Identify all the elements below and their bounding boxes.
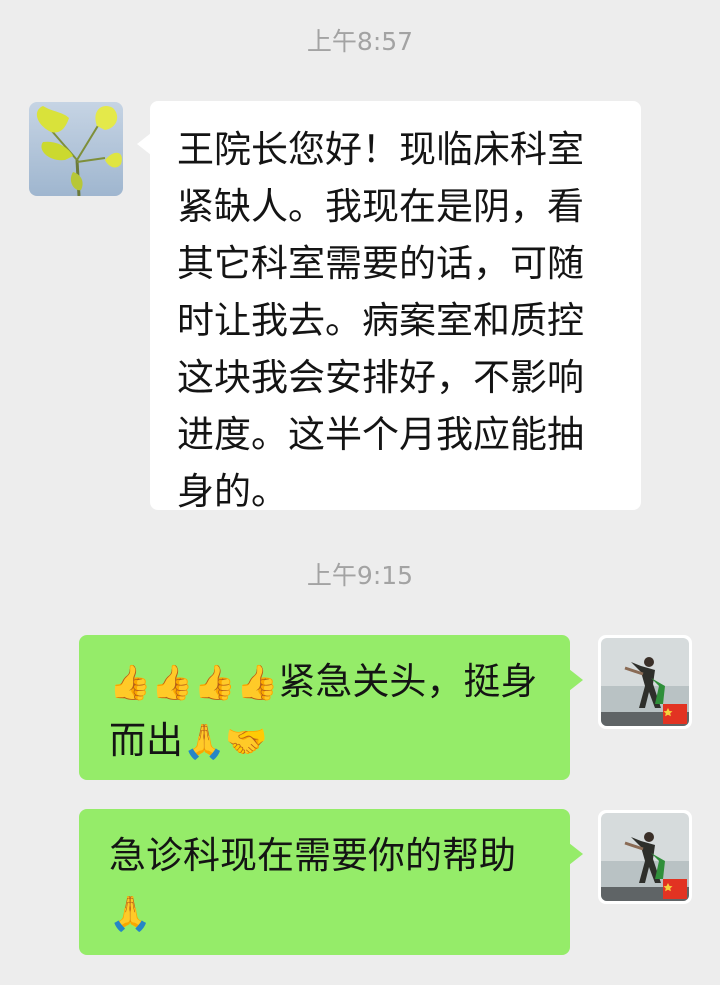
timestamp: 上午8:57 <box>306 27 414 56</box>
message-text: 王院长您好！现临床科室紧缺人。我现在是阴，看其它科室需要的话，可随时让我去。病案… <box>177 128 584 513</box>
contact-avatar[interactable] <box>29 102 123 196</box>
my-avatar[interactable] <box>598 810 692 904</box>
ginkgo-leaf-icon <box>29 102 123 196</box>
timestamp: 上午9:15 <box>306 561 414 590</box>
thumbs-up-icon: 👍👍👍👍 <box>109 663 279 703</box>
pray-icon: 🙏 <box>109 894 152 934</box>
message-bubble-outgoing[interactable]: 👍👍👍👍紧急关头，挺身而出🙏🤝 <box>79 635 583 780</box>
message-bubble-incoming[interactable]: 王院长您好！现临床科室紧缺人。我现在是阴，看其它科室需要的话，可随时让我去。病案… <box>137 101 641 513</box>
chat-area[interactable]: 上午8:57 王院长您好！现临床科室紧缺人。我现在是阴，看其它科室需要的话，可随… <box>0 0 720 985</box>
seaside-pose-icon <box>601 638 689 726</box>
my-avatar[interactable] <box>598 635 692 729</box>
seaside-pose-icon <box>601 813 689 901</box>
message-text: 急诊科现在需要你的帮助 <box>109 834 516 877</box>
pray-handshake-icon: 🙏🤝 <box>183 722 268 762</box>
message-bubble-outgoing[interactable]: 急诊科现在需要你的帮助 🙏 <box>79 809 583 955</box>
